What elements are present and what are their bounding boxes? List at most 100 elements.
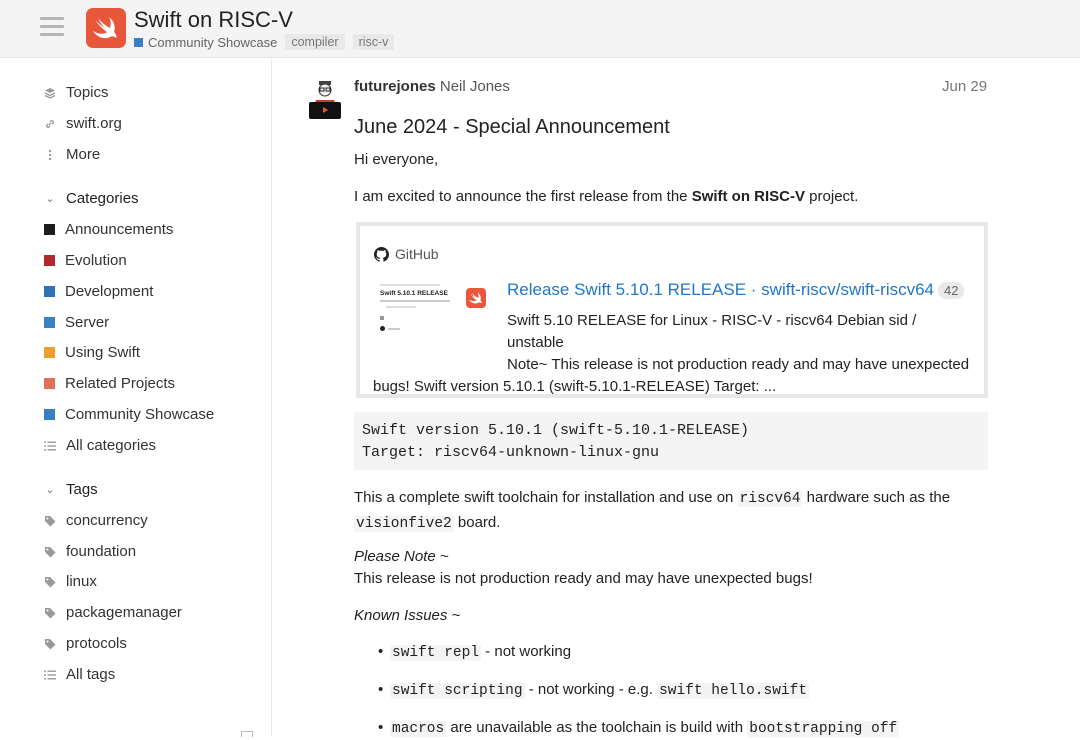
sidebar-item-all-tags[interactable]: All tags: [44, 666, 115, 683]
inline-code: swift repl: [390, 645, 482, 661]
tag-icon: [44, 576, 56, 588]
code-block[interactable]: Swift version 5.10.1 (swift-5.10.1-RELEA…: [354, 412, 988, 470]
sidebar-item-more[interactable]: More: [44, 146, 100, 163]
chevron-down-icon: ⌄: [45, 193, 55, 205]
category-color-square: [44, 347, 55, 358]
tags-section-toggle[interactable]: ⌄ Tags: [44, 481, 98, 498]
tag-compiler[interactable]: compiler: [285, 34, 345, 50]
onebox-description: Swift 5.10 RELEASE for Linux - RISC-V - …: [373, 310, 973, 398]
topic-meta: Community Showcase compiler risc-v: [134, 34, 395, 50]
post-intro: I am excited to announce the first relea…: [354, 186, 988, 208]
category-badge[interactable]: Community Showcase: [134, 35, 277, 50]
avatar[interactable]: [306, 80, 344, 120]
category-color-square: [44, 286, 55, 297]
list-item-text: - not working: [481, 643, 572, 660]
sidebar-item-label: Development: [65, 283, 154, 300]
inline-code: riscv64: [737, 491, 803, 507]
inline-code: swift scripting: [390, 683, 525, 699]
swift-favicon-icon: [466, 288, 486, 308]
hamburger-menu-icon[interactable]: [40, 17, 64, 37]
sidebar-item-label: Server: [65, 314, 110, 331]
tag-icon: [44, 607, 56, 619]
categories-heading: Categories: [66, 190, 139, 207]
categories-section-toggle[interactable]: ⌄ Categories: [44, 190, 139, 207]
list-item: swift scripting - not working - e.g. swi…: [378, 679, 899, 702]
note-text: This release is not production ready and…: [354, 570, 813, 587]
list-icon: [44, 669, 56, 681]
github-icon: [374, 246, 389, 262]
code-line: Swift version 5.10.1 (swift-5.10.1-RELEA…: [362, 422, 750, 439]
tag-icon: [44, 638, 56, 650]
sidebar-tag-foundation[interactable]: foundation: [44, 543, 136, 560]
tag-icon: [44, 515, 56, 527]
sidebar-item-announcements[interactable]: Announcements: [44, 221, 173, 238]
link-icon: [44, 118, 56, 130]
tag-risc-v[interactable]: risc-v: [352, 34, 395, 50]
sidebar-item-community-showcase[interactable]: Community Showcase: [44, 406, 214, 423]
sidebar-tag-concurrency[interactable]: concurrency: [44, 512, 148, 529]
sidebar-item-server[interactable]: Server: [44, 314, 109, 331]
sidebar-item-label: Evolution: [65, 252, 127, 269]
tags-heading: Tags: [66, 481, 98, 498]
layers-icon: [44, 87, 56, 99]
sidebar-item-evolution[interactable]: Evolution: [44, 252, 127, 269]
sidebar: Topics swift.org More ⌄ Categories Annou…: [0, 59, 272, 737]
author-username[interactable]: futurejones: [354, 78, 436, 95]
category-color-square: [44, 317, 55, 328]
sidebar-item-label: foundation: [66, 543, 137, 560]
topic-title[interactable]: Swift on RISC-V: [134, 7, 293, 33]
inline-code: macros: [390, 721, 447, 737]
inline-code: bootstrapping off: [747, 721, 900, 737]
ellipsis-vertical-icon: [44, 149, 56, 161]
post-heading: June 2024 - Special Announcement: [354, 116, 670, 138]
onebox-title: Release Swift 5.10.1 RELEASE · swift-ris…: [507, 280, 935, 299]
category-color-square: [44, 255, 55, 266]
category-label: Community Showcase: [148, 34, 278, 50]
toolchain-text: This a complete swift toolchain for inst…: [354, 489, 738, 506]
author-fullname: Neil Jones: [439, 78, 510, 95]
category-color-square: [44, 224, 55, 235]
toolchain-text: hardware such as the: [802, 489, 951, 506]
sidebar-tag-packagemanager[interactable]: packagemanager: [44, 604, 182, 621]
issues-heading: Known Issues ~: [354, 607, 461, 624]
onebox-title-link[interactable]: Release Swift 5.10.1 RELEASE · swift-ris…: [507, 280, 965, 300]
sidebar-item-label: packagemanager: [66, 604, 182, 621]
sidebar-tag-linux[interactable]: linux: [44, 573, 97, 590]
tag-icon: [44, 546, 56, 558]
onebox-source-label: GitHub: [395, 246, 439, 262]
link-click-count: 42: [938, 282, 965, 299]
sidebar-item-label: All categories: [66, 437, 157, 454]
sidebar-item-using-swift[interactable]: Using Swift: [44, 344, 140, 361]
list-item: macros are unavailable as the toolchain …: [378, 717, 900, 740]
sidebar-toggle-icon[interactable]: [241, 731, 253, 737]
onebox-source[interactable]: GitHub: [374, 246, 439, 262]
sidebar-item-all-categories[interactable]: All categories: [44, 437, 156, 454]
chevron-down-icon: ⌄: [45, 484, 55, 496]
sidebar-item-related-projects[interactable]: Related Projects: [44, 375, 175, 392]
sidebar-item-label: More: [66, 146, 101, 163]
intro-text-end: project.: [805, 188, 859, 205]
sidebar-item-label: Topics: [66, 84, 109, 101]
toolchain-text: board.: [453, 514, 501, 531]
onebox-desc-line: bugs! Swift version 5.10.1 (swift-5.10.1…: [373, 378, 777, 395]
intro-project-name: Swift on RISC-V: [691, 188, 806, 205]
sidebar-item-label: Related Projects: [65, 375, 176, 392]
category-color-square: [44, 378, 55, 389]
sidebar-item-development[interactable]: Development: [44, 283, 153, 300]
github-onebox[interactable]: GitHub Swift 5.10.1 RELEASE Release Swif…: [356, 222, 988, 398]
sidebar-item-topics[interactable]: Topics: [44, 84, 109, 101]
category-color-square: [134, 37, 143, 47]
issues-list: swift repl - not working swift scripting…: [378, 641, 900, 740]
sidebar-item-label: Community Showcase: [65, 406, 215, 423]
sidebar-item-label: All tags: [66, 666, 116, 683]
thumbnail-title: Swift 5.10.1 RELEASE: [380, 290, 448, 297]
sidebar-item-swift-org[interactable]: swift.org: [44, 115, 122, 132]
swift-logo[interactable]: [86, 8, 126, 48]
intro-text: I am excited to announce the first relea…: [354, 188, 692, 205]
inline-code: visionfive2: [354, 516, 454, 532]
post-body: June 2024 - Special Announcement Hi ever…: [354, 116, 988, 208]
topic-header: Swift on RISC-V Community Showcase compi…: [0, 0, 1080, 58]
code-line: Target: riscv64-unknown-linux-gnu: [362, 444, 660, 461]
post-date[interactable]: Jun 29: [942, 78, 987, 95]
sidebar-tag-protocols[interactable]: protocols: [44, 635, 127, 652]
